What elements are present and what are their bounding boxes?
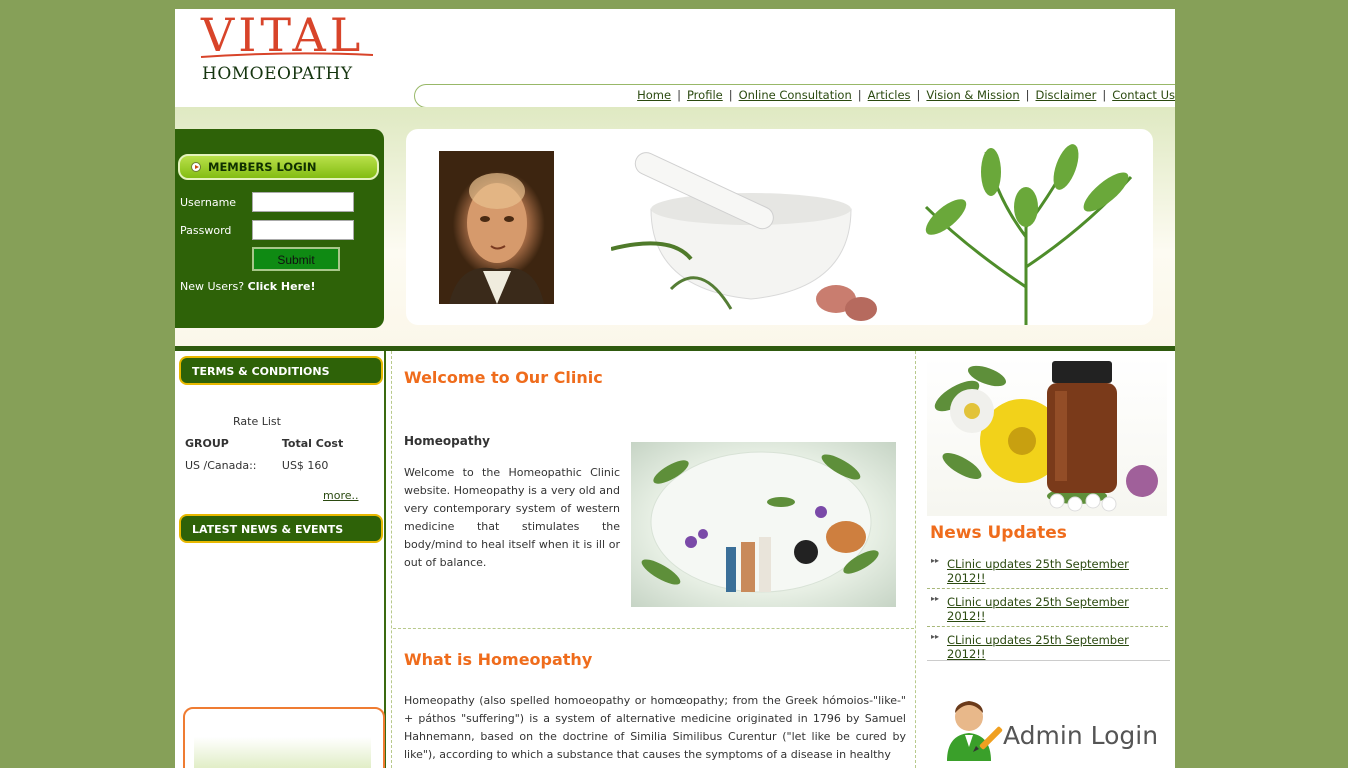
site-logo[interactable]: VITAL HOMOEOPATHY — [199, 9, 389, 91]
what-is-homeopathy-heading: What is Homeopathy — [404, 650, 593, 669]
nav-separator: | — [1025, 88, 1030, 102]
table-header-row: GROUP Total Cost — [185, 437, 365, 459]
terms-conditions-header[interactable]: TERMS & CONDITIONS — [179, 356, 383, 385]
nav-separator: | — [857, 88, 862, 102]
nav-online-consultation[interactable]: Online Consultation — [739, 88, 852, 102]
what-is-homeopathy-paragraph: Homeopathy (also spelled homoeopathy or … — [404, 694, 906, 761]
news-item-link[interactable]: CLinic updates 25th September 2012!! — [947, 595, 1168, 623]
welcome-heading: Welcome to Our Clinic — [404, 368, 603, 387]
news-item: ▸▸ CLinic updates 25th September 2012!! — [927, 627, 1168, 664]
logo-swoosh — [200, 52, 374, 58]
nav-separator: | — [1102, 88, 1107, 102]
herbs-illustration — [641, 451, 879, 593]
thuja-branch-image — [924, 144, 1133, 325]
rate-list-title: Rate List — [233, 415, 281, 428]
double-arrow-icon: ▸▸ — [931, 632, 940, 641]
page-container: VITAL HOMOEOPATHY Home | Profile | Online Co… — [175, 9, 1175, 768]
members-login-title: MEMBERS LOGIN — [208, 160, 317, 174]
new-users-row: New Users? Click Here! — [180, 280, 316, 293]
nav-profile[interactable]: Profile — [687, 88, 723, 102]
homeopathy-subheading: Homeopathy — [404, 434, 490, 448]
column-header-group: GROUP — [185, 437, 229, 450]
username-input[interactable] — [252, 192, 354, 212]
top-navigation-bar: Home | Profile | Online Consultation | Article… — [414, 84, 1175, 108]
nav-disclaimer[interactable]: Disclaimer — [1036, 88, 1097, 102]
news-item-link[interactable]: CLinic updates 25th September 2012!! — [947, 557, 1168, 585]
new-users-text: New Users? — [180, 280, 245, 293]
submit-button[interactable]: Submit — [252, 247, 340, 271]
double-arrow-icon: ▸▸ — [931, 594, 940, 603]
logo-word-homoeopathy: HOMOEOPATHY — [202, 64, 353, 84]
mortar-pestle-image — [611, 152, 877, 321]
left-sidebar: TERMS & CONDITIONS Rate List GROUP Total… — [175, 351, 386, 768]
content-divider — [393, 628, 914, 629]
table-row: US /Canada:: US$ 160 — [185, 459, 365, 481]
news-item: ▸▸ CLinic updates 25th September 2012!! — [927, 589, 1168, 627]
password-label: Password — [180, 224, 232, 237]
news-divider — [927, 660, 1170, 661]
nav-separator: | — [728, 88, 733, 102]
column-header-total-cost: Total Cost — [281, 437, 344, 450]
nav-home[interactable]: Home — [637, 88, 671, 102]
nav-vision-mission[interactable]: Vision & Mission — [926, 88, 1019, 102]
rate-group-cell: US /Canada:: — [185, 459, 257, 472]
main-content: Welcome to Our Clinic Homeopathy Welcome… — [391, 351, 916, 768]
flowers-remedy-bottle-image — [927, 356, 1167, 516]
banner-band: MEMBERS LOGIN Username Password Submit N… — [175, 107, 1175, 347]
nav-links: Home | Profile | Online Consultation | Article… — [637, 88, 1175, 102]
username-label: Username — [180, 196, 237, 209]
herbs-remedies-image — [631, 442, 896, 607]
members-login-header: MEMBERS LOGIN — [178, 154, 379, 180]
nav-separator: | — [916, 88, 921, 102]
members-login-panel: MEMBERS LOGIN Username Password Submit N… — [175, 129, 384, 328]
rate-cost-cell: US$ 160 — [281, 459, 329, 472]
right-sidebar: News Updates ▸▸ CLinic updates 25th Sept… — [921, 351, 1175, 768]
nav-articles[interactable]: Articles — [868, 88, 911, 102]
news-updates-heading: News Updates — [930, 523, 1067, 543]
portrait-illustration — [449, 173, 544, 304]
play-bullet-icon — [191, 162, 201, 172]
hahnemann-portrait-image — [439, 151, 554, 304]
news-item: ▸▸ CLinic updates 25th September 2012!! — [927, 551, 1168, 589]
welcome-paragraph: Welcome to the Homeopathic Clinic websit… — [404, 466, 620, 569]
nav-contact-us[interactable]: Contact Us — [1112, 88, 1175, 102]
sidebar-widget-gradient — [194, 737, 371, 768]
latest-news-events-header[interactable]: LATEST NEWS & EVENTS — [179, 514, 383, 543]
sidebar-widget-box — [183, 707, 385, 768]
header-banner-image — [406, 129, 1153, 325]
news-item-link[interactable]: CLinic updates 25th September 2012!! — [947, 633, 1168, 661]
more-link[interactable]: more.. — [323, 489, 359, 502]
nav-separator: | — [677, 88, 681, 102]
admin-login-link[interactable]: Admin Login — [1003, 721, 1158, 750]
register-link[interactable]: Click Here! — [248, 280, 316, 293]
flowers-illustration — [934, 361, 1158, 512]
rate-list-table: GROUP Total Cost US /Canada:: US$ 160 — [185, 437, 365, 481]
password-input[interactable] — [252, 220, 354, 240]
double-arrow-icon: ▸▸ — [931, 556, 940, 565]
